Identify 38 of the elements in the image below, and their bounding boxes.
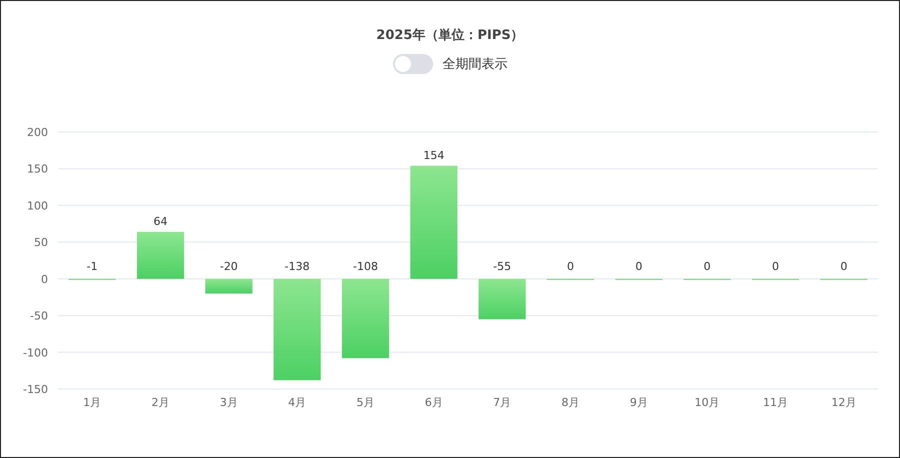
- bar: [205, 278, 252, 294]
- chart-title: 2025年（単位：PIPS）: [376, 27, 524, 44]
- data-label: 0: [567, 260, 574, 273]
- bar: [136, 232, 184, 279]
- data-label: -1: [86, 260, 98, 273]
- axis-label: -50: [30, 310, 48, 323]
- axis-label: 9月: [630, 396, 648, 409]
- data-label: -108: [353, 260, 378, 273]
- data-label: -138: [284, 260, 310, 273]
- axis-label: 100: [27, 199, 48, 212]
- data-label: 0: [704, 260, 711, 273]
- axis-label: 7月: [493, 396, 512, 409]
- axis-label: 6月: [424, 396, 443, 409]
- bar: [478, 278, 526, 320]
- axis-label: 1月: [83, 396, 102, 409]
- axis-label: 10月: [694, 396, 720, 409]
- toggle-switch[interactable]: [392, 54, 432, 74]
- data-label: 0: [772, 260, 779, 273]
- toggle-label: 全期間表示: [442, 56, 508, 73]
- axis-label: -100: [23, 346, 48, 360]
- axis-label: 11月: [763, 396, 788, 409]
- axis-label: 2月: [152, 396, 170, 409]
- data-label: -20: [220, 260, 238, 273]
- axis-label: 200: [27, 126, 48, 139]
- data-label: 0: [635, 260, 642, 273]
- data-label: 64: [154, 214, 168, 228]
- axis-label: -150: [23, 383, 48, 396]
- data-label: -55: [493, 260, 512, 273]
- data-label: 154: [423, 148, 444, 162]
- axis-label: 150: [27, 162, 48, 176]
- axis-label: 50: [34, 236, 48, 250]
- axis-label: 4月: [288, 396, 306, 409]
- axis-label: 0: [41, 272, 48, 286]
- axis-label: 3月: [220, 396, 238, 409]
- axis-label: 5月: [356, 396, 374, 409]
- data-label: 0: [840, 260, 848, 273]
- axis-label: 8月: [562, 396, 580, 409]
- axis-label: 12月: [831, 396, 856, 409]
